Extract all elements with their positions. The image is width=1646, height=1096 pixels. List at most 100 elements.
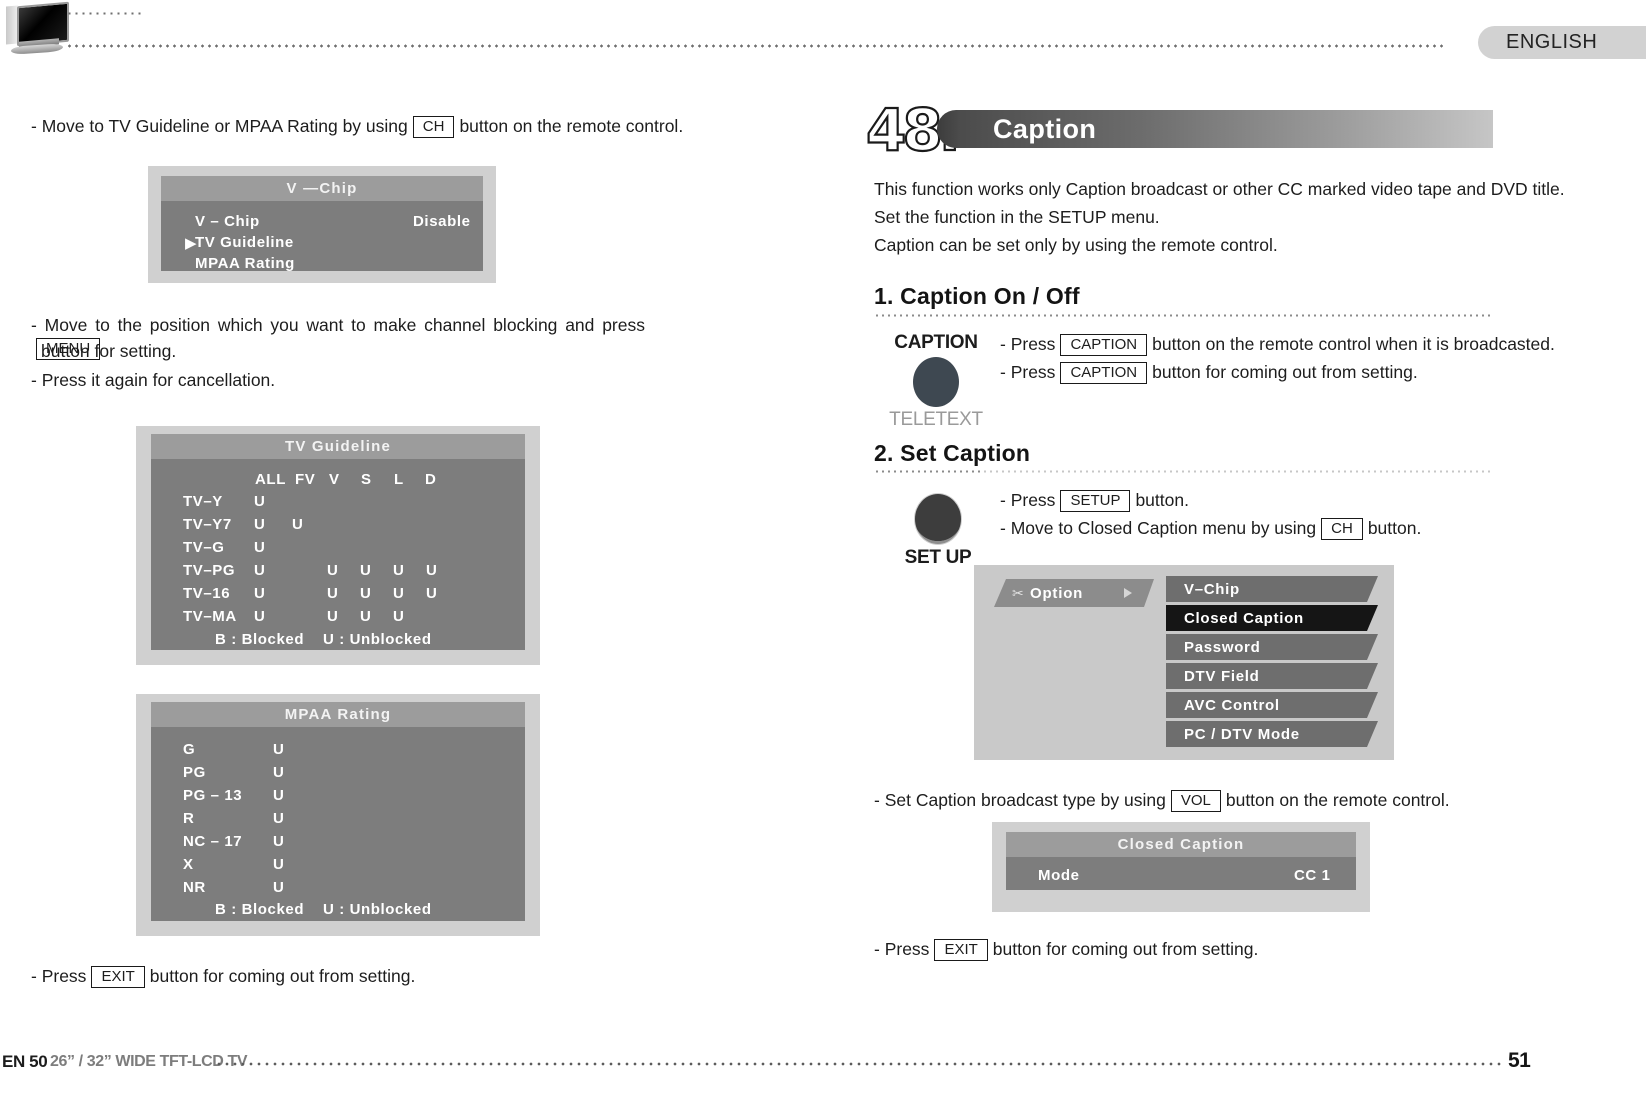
setup-key-label: SET UP — [904, 547, 972, 568]
tvg-row-3-cell-5[interactable]: U — [426, 562, 437, 579]
section-banner: Caption — [937, 110, 1493, 148]
language-tab-label: ENGLISH — [1506, 31, 1598, 53]
tvg-row-4-cell-5[interactable]: U — [426, 585, 437, 602]
section-title: Caption — [993, 114, 1097, 144]
caption-key-1[interactable]: CAPTION — [1060, 334, 1148, 356]
option-item-dtv-field[interactable]: DTV Field — [1166, 663, 1378, 689]
header-dot-rule-long — [66, 44, 1444, 48]
tvg-row-1-cell-1[interactable]: U — [292, 516, 303, 533]
tvg-row-2-label[interactable]: TV–G — [183, 539, 225, 556]
tvg-row-0-cell-0[interactable]: U — [254, 493, 265, 510]
header-dot-rule-short — [66, 12, 142, 15]
ch-key-1[interactable]: CH — [412, 116, 455, 138]
mpaa-row-3-label[interactable]: R — [183, 810, 194, 827]
subsection-1-heading: 1. Caption On / Off — [874, 283, 1080, 309]
sub2-line-1-pre: - Press — [1000, 490, 1056, 510]
option-item-pc-dtv-mode-label: PC / DTV Mode — [1184, 725, 1300, 743]
setup-key-knob-icon[interactable] — [914, 493, 962, 545]
intro-line-3: Caption can be set only by using the rem… — [874, 235, 1278, 255]
tvg-row-4-cell-4[interactable]: U — [393, 585, 404, 602]
option-menu-tab[interactable]: ✂ Option — [994, 579, 1154, 607]
mpaa-row-3-value[interactable]: U — [273, 810, 284, 827]
tvg-row-4-cell-2[interactable]: U — [327, 585, 338, 602]
option-item-v-chip[interactable]: V–Chip — [1166, 576, 1378, 602]
tvg-row-1-label[interactable]: TV–Y7 — [183, 516, 232, 533]
closed-caption-mode-value[interactable]: CC 1 — [1294, 867, 1331, 884]
tvg-row-0-label[interactable]: TV–Y — [183, 493, 223, 510]
mpaa-row-4-label[interactable]: NC – 17 — [183, 833, 242, 850]
option-item-avc-control[interactable]: AVC Control — [1166, 692, 1378, 718]
vol-key[interactable]: VOL — [1170, 790, 1221, 812]
tvg-col-3: S — [361, 471, 372, 488]
vchip-row-1-label[interactable]: TV Guideline — [195, 234, 294, 251]
caption-key-knob-icon[interactable] — [913, 357, 959, 407]
tvg-row-4-cell-3[interactable]: U — [360, 585, 371, 602]
exit-key-left[interactable]: EXIT — [91, 966, 145, 988]
mpaa-row-4-value[interactable]: U — [273, 833, 284, 850]
exit-key-right[interactable]: EXIT — [934, 939, 988, 961]
tvg-col-2: V — [329, 471, 340, 488]
mpaa-legend-unblocked: U : Unblocked — [323, 901, 432, 918]
tvg-row-1-cell-0[interactable]: U — [254, 516, 265, 533]
closed-caption-osd-title: Closed Caption — [1006, 832, 1356, 857]
mpaa-row-6-value[interactable]: U — [273, 879, 284, 896]
tvg-row-3-cell-2[interactable]: U — [327, 562, 338, 579]
mpaa-row-5-value[interactable]: U — [273, 856, 284, 873]
sub2-line-1: - Press SETUP button. — [1000, 489, 1189, 512]
sub1-line-2-post: button for coming out from setting. — [1152, 362, 1418, 382]
closed-caption-osd-panel: Closed Caption Mode CC 1 — [992, 822, 1370, 912]
mpaa-row-0-label[interactable]: G — [183, 741, 195, 758]
left-instruction-1: - Move to TV Guideline or MPAA Rating by… — [31, 115, 683, 138]
sub2-line-1-post: button. — [1135, 490, 1189, 510]
mpaa-row-1-value[interactable]: U — [273, 764, 284, 781]
tvg-row-5-cell-4[interactable]: U — [393, 608, 404, 625]
sub2-vol-line-post: button on the remote control. — [1225, 790, 1450, 810]
ch-key-2[interactable]: CH — [1321, 518, 1363, 540]
language-tab[interactable]: ENGLISH — [1478, 26, 1646, 59]
manual-page: ENGLISH - Move to TV Guideline or MPAA R… — [0, 0, 1646, 1096]
tvg-row-5-cell-3[interactable]: U — [360, 608, 371, 625]
tvg-row-3-cell-3[interactable]: U — [360, 562, 371, 579]
sub1-line-1: - Press CAPTION button on the remote contr… — [1000, 333, 1555, 356]
setup-key[interactable]: SETUP — [1060, 490, 1131, 512]
mpaa-row-0-value[interactable]: U — [273, 741, 284, 758]
footer-left-code: EN 50 — [2, 1052, 48, 1071]
caption-key-top-label: CAPTION — [894, 332, 978, 353]
tvg-row-5-cell-0[interactable]: U — [254, 608, 265, 625]
vchip-row-2-label[interactable]: MPAA Rating — [195, 255, 295, 272]
tvg-row-4-label[interactable]: TV–16 — [183, 585, 230, 602]
left-instruction-1-pre: - Move to TV Guideline or MPAA Rating by… — [31, 116, 408, 136]
tvg-row-3-cell-0[interactable]: U — [254, 562, 265, 579]
mpaa-row-6-label[interactable]: NR — [183, 879, 206, 896]
scissors-icon: ✂ — [1012, 585, 1024, 601]
sub2-exit-line-pre: - Press — [874, 939, 930, 959]
left-instruction-3: - Press it again for cancellation. — [31, 370, 276, 390]
option-item-password[interactable]: Password — [1166, 634, 1378, 660]
sub1-line-2: - Press CAPTION button for coming out from… — [1000, 361, 1418, 384]
tvg-row-3-label[interactable]: TV–PG — [183, 562, 235, 579]
tvg-row-5-label[interactable]: TV–MA — [183, 608, 237, 625]
caption-key-2[interactable]: CAPTION — [1060, 362, 1148, 384]
tvg-row-2-cell-0[interactable]: U — [254, 539, 265, 556]
tvg-row-4-cell-0[interactable]: U — [254, 585, 265, 602]
tv-guideline-osd-panel: TV Guideline ALL FV V S L D TV–Y U TV–Y7… — [136, 426, 540, 665]
closed-caption-mode-label[interactable]: Mode — [1038, 867, 1080, 884]
closed-caption-osd-inner: Closed Caption Mode CC 1 — [1006, 832, 1356, 890]
left-instruction-1-post: button on the remote control. — [459, 116, 684, 136]
footer-dot-rule — [215, 1062, 1505, 1066]
option-menu-panel: ✂ Option V–Chip Closed Caption Password … — [974, 565, 1394, 760]
sub1-line-1-post: button on the remote control when it is … — [1152, 334, 1555, 354]
mpaa-row-2-label[interactable]: PG – 13 — [183, 787, 242, 804]
vchip-osd-title: V —Chip — [161, 176, 483, 201]
sub1-line-2-pre: - Press — [1000, 362, 1056, 382]
tvg-row-5-cell-2[interactable]: U — [327, 608, 338, 625]
caption-key-art: CAPTION TELETEXT — [888, 332, 984, 431]
option-item-closed-caption[interactable]: Closed Caption — [1166, 605, 1378, 631]
mpaa-row-5-label[interactable]: X — [183, 856, 194, 873]
mpaa-row-1-label[interactable]: PG — [183, 764, 206, 781]
tvg-row-3-cell-4[interactable]: U — [393, 562, 404, 579]
left-instruction-4-post: button for coming out from setting. — [149, 966, 416, 986]
option-item-pc-dtv-mode[interactable]: PC / DTV Mode — [1166, 721, 1378, 747]
vchip-row-0-label[interactable]: V – Chip — [195, 213, 260, 230]
mpaa-row-2-value[interactable]: U — [273, 787, 284, 804]
